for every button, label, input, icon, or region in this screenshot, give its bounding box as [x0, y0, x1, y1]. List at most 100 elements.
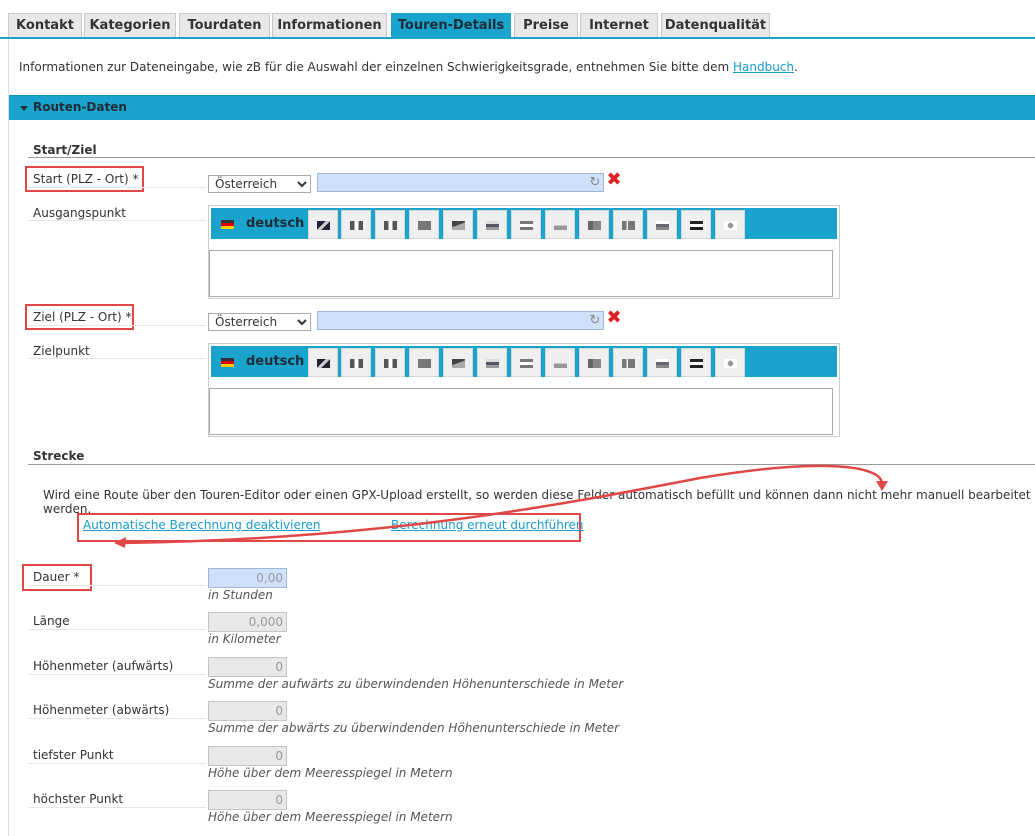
tab-touren-details[interactable]: Touren-Details	[391, 13, 511, 38]
lang-tab-croatian[interactable]	[579, 210, 609, 239]
flag-icon	[690, 221, 703, 230]
lang-tab-hungarian[interactable]	[511, 348, 541, 377]
slovenia-flag-icon	[486, 359, 499, 368]
tab-tourdaten[interactable]: Tourdaten	[179, 13, 270, 38]
russia-flag-icon	[656, 359, 669, 368]
flag-icon	[690, 359, 703, 368]
hungary-flag-icon	[520, 221, 533, 230]
tab-informationen[interactable]: Informationen	[272, 13, 387, 38]
clear-ziel-icon[interactable]: ✖	[606, 309, 622, 327]
lang-tab-estonian[interactable]	[681, 348, 711, 377]
tab-datenqualitaet[interactable]: Datenqualität	[661, 13, 770, 38]
start-label-line	[28, 187, 206, 188]
language-tab-bar: deutsch	[211, 208, 837, 239]
laenge-hint: in Kilometer	[208, 632, 281, 646]
ziel-label-line	[28, 325, 206, 326]
laenge-label-line	[28, 629, 206, 630]
info-text-body: Informationen zur Dateneingabe, wie zB f…	[19, 60, 733, 74]
flag-icon	[588, 359, 601, 368]
start-country-select[interactable]: Österreich	[208, 175, 311, 193]
ausgangspunkt-textarea[interactable]	[209, 250, 833, 297]
lang-tab-hungarian[interactable]	[511, 210, 541, 239]
tab-preise[interactable]: Preise	[514, 13, 578, 38]
strecke-heading: Strecke	[33, 449, 85, 463]
zielpunkt-editor: deutsch	[208, 343, 840, 437]
hoechster-punkt-input[interactable]: 0	[208, 790, 287, 810]
tab-kategorien[interactable]: Kategorien	[84, 13, 176, 38]
lang-tab-english[interactable]	[308, 210, 338, 239]
ausgangspunkt-label-line	[28, 220, 206, 221]
lang-tab-italian[interactable]	[341, 348, 371, 377]
strecke-note: Wird eine Route über den Touren-Editor o…	[43, 488, 1031, 516]
handbuch-link[interactable]: Handbuch	[733, 60, 794, 74]
section-title: Routen-Daten	[33, 100, 127, 114]
flag-icon	[588, 221, 601, 230]
lang-tab-japanese[interactable]	[715, 348, 745, 377]
dauer-label: Dauer *	[33, 570, 80, 584]
italy-flag-icon	[350, 221, 363, 230]
refresh-icon[interactable]: ↻	[588, 314, 602, 328]
lang-tab-russian[interactable]	[647, 210, 677, 239]
start-plz-input[interactable]	[317, 173, 604, 192]
lang-tab-japanese[interactable]	[715, 210, 745, 239]
lang-tab-deutsch[interactable]: deutsch	[211, 348, 306, 377]
uk-flag-icon	[317, 221, 330, 230]
zielpunkt-label: Zielpunkt	[33, 344, 90, 358]
lang-tab-slovenian[interactable]	[477, 210, 507, 239]
hoechster-punkt-label-line	[28, 807, 206, 808]
clear-start-icon[interactable]: ✖	[606, 171, 622, 189]
dauer-label-line	[28, 585, 206, 586]
lang-tab-dutch[interactable]	[409, 210, 439, 239]
dauer-input[interactable]: 0,00	[208, 568, 287, 588]
lang-tab-croatian[interactable]	[579, 348, 609, 377]
ziel-country-select[interactable]: Österreich	[208, 313, 311, 331]
lang-tab-polish[interactable]	[545, 210, 575, 239]
ziel-plz-input[interactable]	[317, 311, 604, 330]
laenge-label: Länge	[33, 614, 70, 628]
lang-tab-russian[interactable]	[647, 348, 677, 377]
start-label: Start (PLZ - Ort) *	[33, 172, 139, 186]
lang-tab-dutch[interactable]	[409, 348, 439, 377]
lang-tab-polish[interactable]	[545, 348, 575, 377]
lang-tab-italian[interactable]	[341, 210, 371, 239]
lang-tab-english[interactable]	[308, 348, 338, 377]
hoehenmeter-ab-label-line	[28, 718, 206, 719]
info-text: Informationen zur Dateneingabe, wie zB f…	[19, 60, 798, 74]
czech-flag-icon	[452, 359, 465, 368]
lang-tab-czech[interactable]	[443, 348, 473, 377]
tiefster-punkt-hint: Höhe über dem Meeresspiegel in Metern	[208, 766, 453, 780]
laenge-input[interactable]: 0,000	[208, 612, 287, 632]
lang-tab-slovenian[interactable]	[477, 348, 507, 377]
hoehenmeter-auf-input[interactable]: 0	[208, 657, 287, 677]
lang-tab-czech[interactable]	[443, 210, 473, 239]
tiefster-punkt-input[interactable]: 0	[208, 746, 287, 766]
flag-icon	[418, 359, 431, 368]
hoehenmeter-auf-label: Höhenmeter (aufwärts)	[33, 659, 174, 673]
lang-tab-danish[interactable]	[613, 348, 643, 377]
ausgangspunkt-editor: deutsch	[208, 205, 840, 299]
flag-icon	[418, 221, 431, 230]
language-tab-bar: deutsch	[211, 346, 837, 377]
japan-flag-icon	[724, 221, 737, 230]
poland-flag-icon	[554, 359, 567, 368]
strecke-divider	[28, 464, 1035, 465]
zielpunkt-textarea[interactable]	[209, 388, 833, 435]
recalculate-link[interactable]: Berechnung erneut durchführen	[391, 518, 584, 532]
tab-kontakt[interactable]: Kontakt	[8, 13, 82, 38]
tab-internet[interactable]: Internet	[580, 13, 658, 38]
lang-tab-deutsch[interactable]: deutsch	[211, 210, 306, 239]
france-flag-icon	[384, 359, 397, 368]
lang-tab-french[interactable]	[375, 210, 405, 239]
deactivate-calculation-link[interactable]: Automatische Berechnung deaktivieren	[83, 518, 321, 532]
hoehenmeter-auf-label-line	[28, 674, 206, 675]
section-header-routen-daten[interactable]: Routen-Daten	[9, 95, 1035, 120]
lang-tab-french[interactable]	[375, 348, 405, 377]
hoechster-punkt-label: höchster Punkt	[33, 792, 124, 806]
tiefster-punkt-label: tiefster Punkt	[33, 748, 114, 762]
italy-flag-icon	[350, 359, 363, 368]
hoehenmeter-ab-input[interactable]: 0	[208, 701, 287, 721]
start-ziel-divider	[28, 157, 1035, 158]
refresh-icon[interactable]: ↻	[588, 176, 602, 190]
lang-tab-estonian[interactable]	[681, 210, 711, 239]
lang-tab-danish[interactable]	[613, 210, 643, 239]
